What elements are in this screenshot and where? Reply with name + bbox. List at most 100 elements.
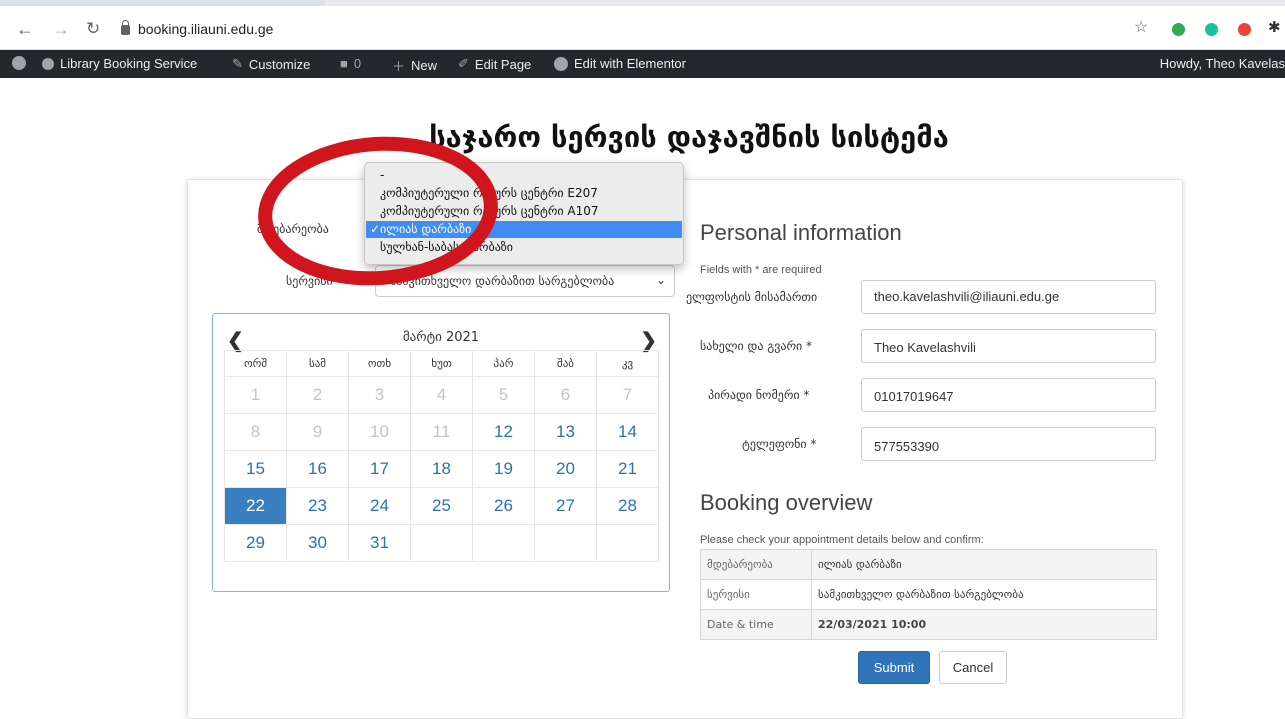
weekday-header: სამ <box>286 350 349 377</box>
option-label: კომპიუტერული რესურს ცენტრი E207 <box>380 186 598 200</box>
calendar-empty-cell <box>534 524 597 562</box>
name-label: სახელი და გვარი * <box>700 339 813 353</box>
calendar-day[interactable]: 24 <box>348 487 411 525</box>
extension-green-icon[interactable] <box>1172 23 1185 36</box>
dropdown-option-selected[interactable]: ✓ ილიას დარბაზი <box>366 221 682 238</box>
calendar-day[interactable]: 26 <box>472 487 535 525</box>
calendar-day-disabled: 8 <box>224 413 287 451</box>
extensions-puzzle-icon[interactable]: ✱ <box>1268 19 1281 37</box>
account-menu[interactable]: Howdy, Theo Kavelas <box>1160 56 1285 71</box>
calendar-day[interactable]: 21 <box>596 450 659 488</box>
table-row: სერვისი სამკითხველო დარბაზით სარგებლობა <box>700 579 1157 610</box>
weekday-header: ორშ <box>224 350 287 377</box>
phone-field[interactable]: 577553390 <box>861 427 1156 461</box>
calendar-day[interactable]: 12 <box>472 413 535 451</box>
pencil-icon: ✐ <box>458 56 469 71</box>
location-dropdown[interactable]: - კომპიუტერული რესურს ცენტრი E207 კომპიუ… <box>364 162 684 265</box>
personal-info-heading: Personal information <box>700 220 902 245</box>
calendar-day[interactable]: 13 <box>534 413 597 451</box>
calendar-day[interactable]: 28 <box>596 487 659 525</box>
table-row: Date & time 22/03/2021 10:00 <box>700 609 1157 640</box>
service-label: სერვისი <box>286 274 333 288</box>
browser-toolbar: ← → ↻ booking.iliauni.edu.ge ☆ ✱ <box>0 6 1285 50</box>
submit-button[interactable]: Submit <box>858 651 930 684</box>
calendar-day[interactable]: 20 <box>534 450 597 488</box>
elementor-label: Edit with Elementor <box>574 56 686 71</box>
wordpress-logo-icon[interactable] <box>12 56 26 70</box>
service-select[interactable]: სამკითხველო დარბაზით სარგებლობა ⌄ <box>375 265 675 297</box>
site-name-link[interactable]: Library Booking Service <box>42 56 197 71</box>
weekday-header: პარ <box>472 350 535 377</box>
calendar-day[interactable]: 27 <box>534 487 597 525</box>
new-label: New <box>411 58 438 73</box>
option-label: კომპიუტერული რესურს ცენტრი A107 <box>380 204 599 218</box>
calendar-day[interactable]: 23 <box>286 487 349 525</box>
extension-red-icon[interactable] <box>1238 23 1251 36</box>
calendar-day[interactable]: 15 <box>224 450 287 488</box>
reload-icon[interactable]: ↻ <box>86 20 100 38</box>
personal-id-value: 01017019647 <box>874 389 954 404</box>
phone-label: ტელეფონი * <box>742 437 817 451</box>
calendar-week: 29 30 31 <box>224 524 659 562</box>
calendar-day-disabled: 1 <box>224 376 287 414</box>
calendar-day[interactable]: 19 <box>472 450 535 488</box>
address-bar[interactable]: booking.iliauni.edu.ge <box>121 20 273 37</box>
calendar-header: ❮ მარტი 2021 ❯ <box>223 328 659 352</box>
grammarly-icon[interactable] <box>1205 23 1218 36</box>
calendar-day[interactable]: 18 <box>410 450 473 488</box>
cancel-button[interactable]: Cancel <box>939 651 1007 684</box>
wp-admin-bar: Library Booking Service ✎ Customize ■ 0 ＋ N… <box>0 50 1285 78</box>
calendar-day-disabled: 3 <box>348 376 411 414</box>
calendar-day-selected[interactable]: 22 <box>224 487 287 525</box>
new-link[interactable]: ＋ New <box>392 56 437 75</box>
option-label: - <box>380 168 385 182</box>
service-select-value: სამკითხველო დარბაზით სარგებლობა <box>390 274 615 288</box>
comments-link[interactable]: ■ 0 <box>340 56 361 71</box>
calendar-day[interactable]: 30 <box>286 524 349 562</box>
edit-page-label: Edit Page <box>474 56 532 72</box>
calendar-week: 1234567 <box>224 376 659 414</box>
calendar-day-disabled: 11 <box>410 413 473 451</box>
booking-overview-table: მდებარეობა ილიას დარბაზი სერვისი სამკითხვე… <box>700 549 1157 640</box>
calendar-empty-cell <box>472 524 535 562</box>
table-row: მდებარეობა ილიას დარბაზი <box>700 549 1157 580</box>
back-icon[interactable]: ← <box>16 20 34 38</box>
customize-link[interactable]: ✎ Customize <box>232 56 310 72</box>
email-value: theo.kavelashvili@iliauni.edu.ge <box>874 289 1060 304</box>
email-field[interactable]: theo.kavelashvili@iliauni.edu.ge <box>861 280 1156 314</box>
bookmark-star-icon[interactable]: ☆ <box>1134 19 1148 37</box>
overview-value: 22/03/2021 10:00 <box>811 609 1157 640</box>
overview-key: Date & time <box>700 609 812 640</box>
dropdown-option[interactable]: სულხან-საბას დარბაზი <box>366 239 682 256</box>
calendar-day-disabled: 9 <box>286 413 349 451</box>
calendar-day[interactable]: 29 <box>224 524 287 562</box>
elementor-link[interactable]: Edit with Elementor <box>554 56 686 71</box>
personal-id-field[interactable]: 01017019647 <box>861 378 1156 412</box>
option-label: სულხან-საბას დარბაზი <box>380 240 514 254</box>
calendar-day[interactable]: 25 <box>410 487 473 525</box>
elementor-icon <box>554 56 568 71</box>
required-note: Fields with * are required <box>700 264 822 276</box>
calendar-day[interactable]: 16 <box>286 450 349 488</box>
forward-icon[interactable]: → <box>52 20 70 38</box>
dropdown-option[interactable]: კომპიუტერული რესურს ცენტრი E207 <box>366 185 682 202</box>
date-picker: ❮ მარტი 2021 ❯ ორშ სამ ოთხ ხუთ პარ შაბ კვ 1234… <box>212 313 670 592</box>
weekday-header: ოთხ <box>348 350 411 377</box>
overview-value: ილიას დარბაზი <box>811 549 1157 580</box>
calendar-day-disabled: 2 <box>286 376 349 414</box>
calendar-day[interactable]: 31 <box>348 524 411 562</box>
calendar-day-disabled: 7 <box>596 376 659 414</box>
weekday-header: კვ <box>596 350 659 377</box>
calendar-day-disabled: 10 <box>348 413 411 451</box>
name-field[interactable]: Theo Kavelashvili <box>861 329 1156 363</box>
calendar-day[interactable]: 14 <box>596 413 659 451</box>
dropdown-option[interactable]: - <box>366 167 682 184</box>
lock-icon <box>121 20 130 35</box>
overview-key: მდებარეობა <box>700 549 812 580</box>
calendar-empty-cell <box>410 524 473 562</box>
calendar-month-label: მარტი 2021 <box>402 330 480 345</box>
weekday-header: შაბ <box>534 350 597 377</box>
dropdown-option[interactable]: კომპიუტერული რესურს ცენტრი A107 <box>366 203 682 220</box>
calendar-day[interactable]: 17 <box>348 450 411 488</box>
edit-page-link[interactable]: ✐ Edit Page <box>458 56 531 72</box>
